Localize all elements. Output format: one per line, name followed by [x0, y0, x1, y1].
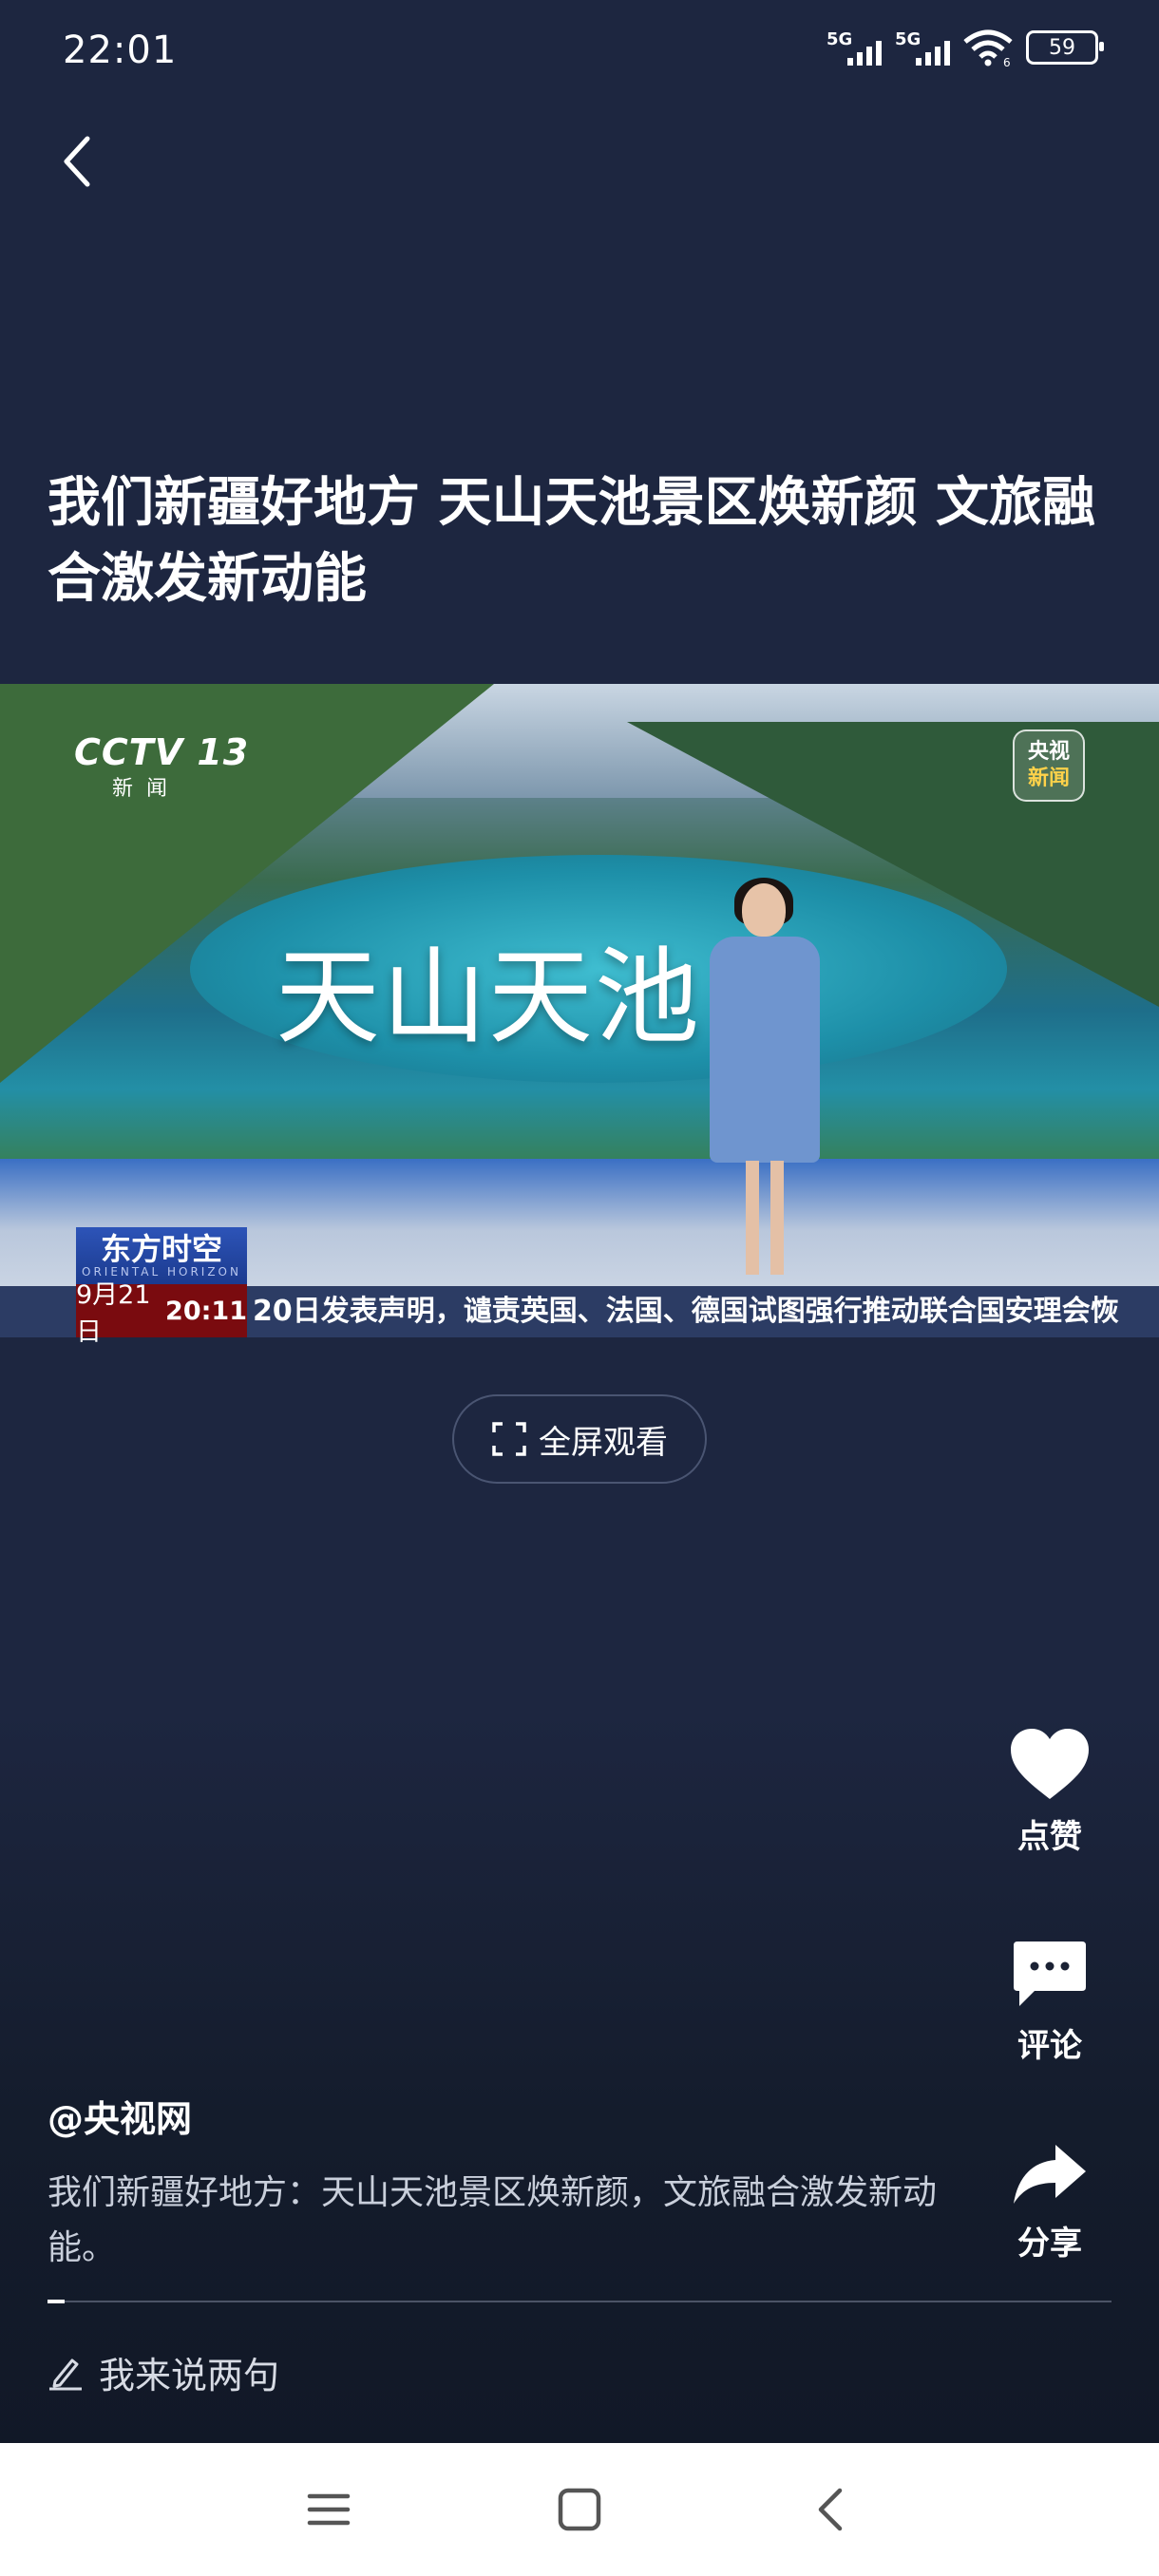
comment-button[interactable]: 评论: [988, 1938, 1112, 2066]
fullscreen-icon: [492, 1422, 526, 1456]
share-button[interactable]: 分享: [988, 2141, 1112, 2263]
comment-label: 评论: [1017, 2027, 1082, 2065]
clock-text: 20:11: [165, 1296, 247, 1326]
badge-line2: 新闻: [1027, 767, 1070, 790]
like-label: 点赞: [1017, 1818, 1082, 1856]
wifi-badge: 6: [1003, 56, 1011, 66]
author-name[interactable]: @央视网: [48, 2090, 192, 2142]
signal-2-icon: 5G: [895, 29, 950, 66]
cctv-news-badge: 央视 新闻: [1013, 729, 1085, 802]
news-ticker-text: 20日发表声明，谴责英国、法国、德国试图强行推动联合国安理会恢: [253, 1295, 1119, 1328]
news-anchor: [698, 878, 831, 1282]
comment-placeholder: 我来说两句: [99, 2355, 280, 2396]
back-chevron-icon[interactable]: [55, 133, 101, 190]
share-arrow-icon: [1014, 2145, 1086, 2204]
program-name: 东方时空: [100, 1231, 222, 1267]
signal-1-label: 5G: [826, 29, 853, 49]
comment-input[interactable]: 我来说两句: [48, 2346, 279, 2398]
cctv-logo: CCTV 13: [74, 731, 250, 773]
menu-icon[interactable]: [300, 2481, 357, 2538]
progress-mark: [48, 2300, 65, 2303]
heart-icon: [1011, 1729, 1089, 1799]
share-label: 分享: [1017, 2225, 1082, 2263]
pencil-icon: [49, 2358, 82, 2390]
status-time: 22:01: [63, 28, 178, 72]
scene-title: 天山天池: [276, 937, 701, 1058]
battery-icon: 59: [1026, 30, 1104, 65]
fullscreen-label: 全屏观看: [539, 1423, 668, 1462]
fullscreen-button[interactable]: 全屏观看: [452, 1394, 707, 1484]
home-icon[interactable]: [551, 2481, 608, 2538]
like-button[interactable]: 点赞: [988, 1727, 1112, 1857]
back-icon[interactable]: [804, 2481, 861, 2538]
wifi-icon: 6: [963, 29, 1013, 66]
status-icons: 5G 5G 6 59: [826, 28, 1104, 66]
battery-level: 59: [1049, 35, 1075, 60]
article-title: 我们新疆好地方 天山天池景区焕新颜 文旅融合激发新动能: [48, 472, 1095, 610]
comment-icon: [1014, 1941, 1086, 2006]
post-description: 我们新疆好地方：天山天池景区焕新颜，文旅融合激发新动能。: [48, 2173, 938, 2267]
date-text: 9月21日: [76, 1280, 151, 1347]
signal-1-icon: 5G: [826, 29, 882, 66]
cctv-sub: 新闻: [112, 777, 181, 801]
signal-2-label: 5G: [895, 29, 922, 49]
badge-line1: 央视: [1027, 740, 1070, 764]
date-box: 9月21日 20:11: [76, 1280, 247, 1347]
bottom-gradient: [0, 1710, 1159, 2451]
divider: [48, 2301, 1112, 2302]
